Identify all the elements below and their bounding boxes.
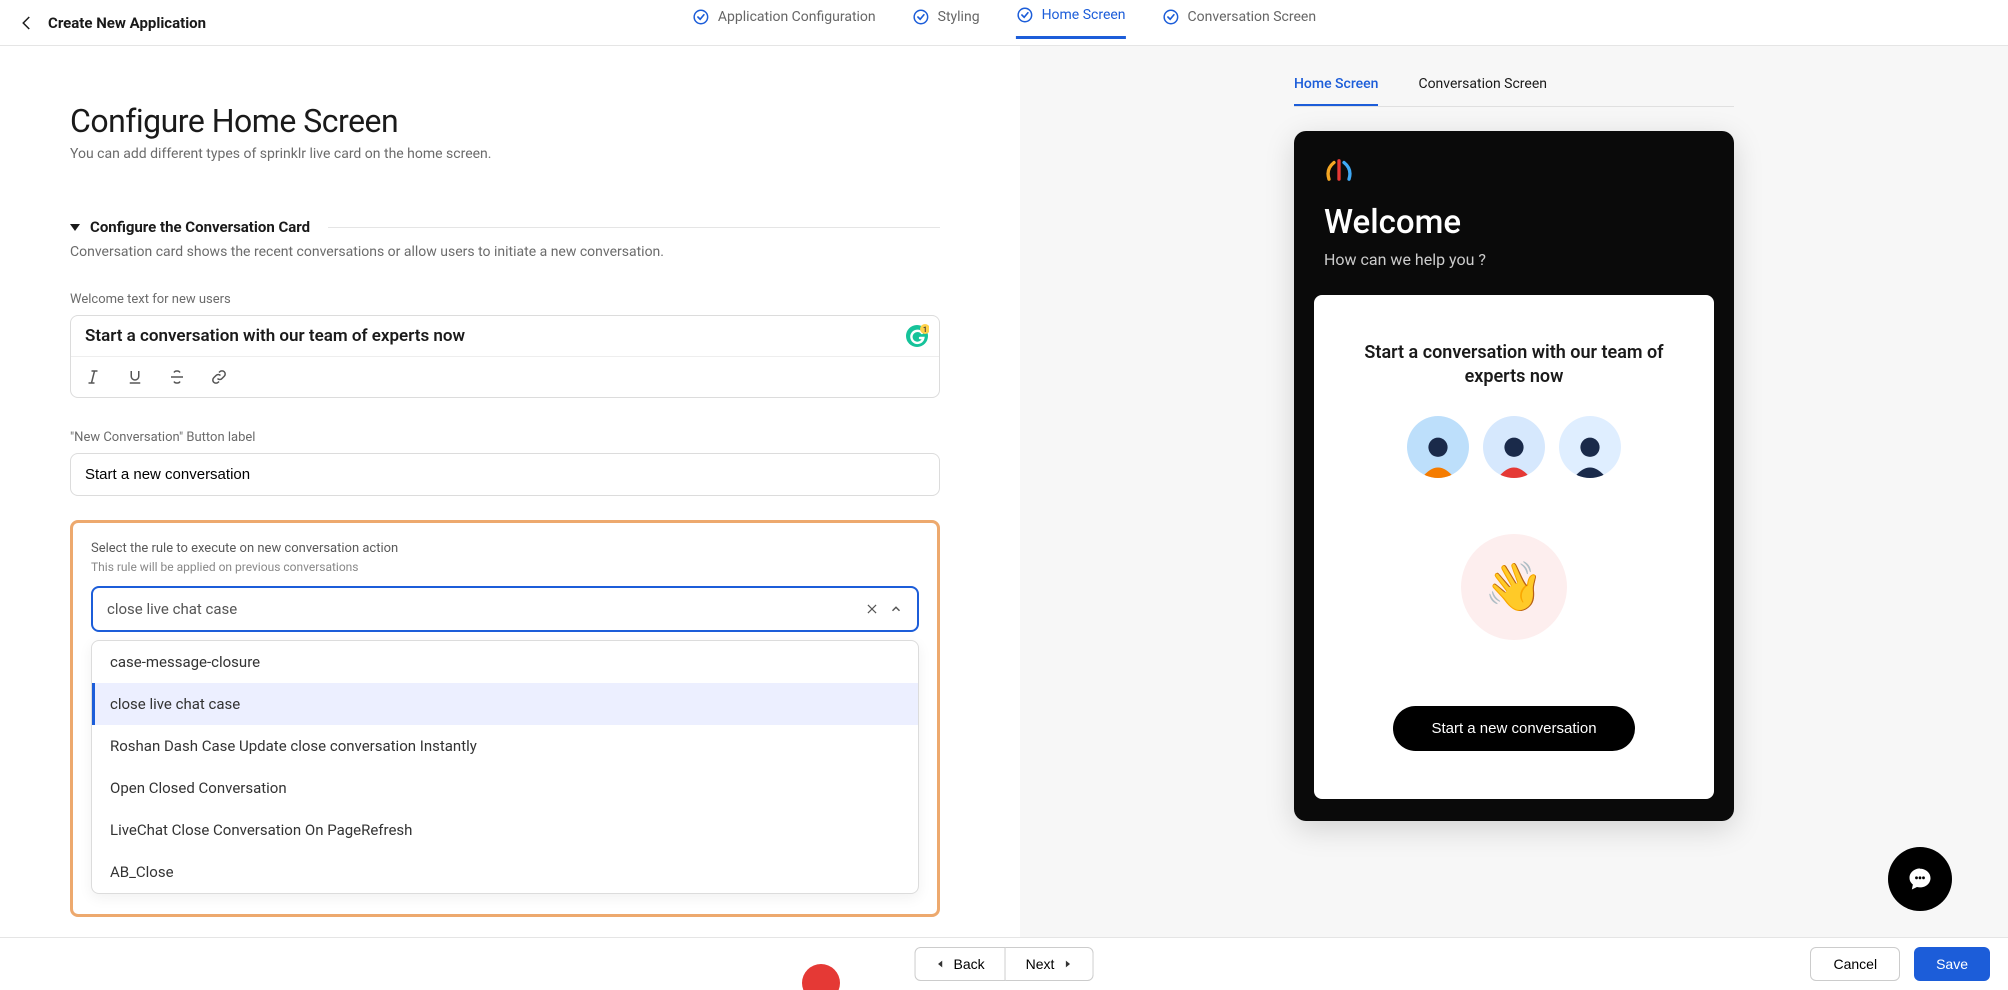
rule-dropdown: case-message-closure close live chat cas…	[91, 640, 919, 894]
subsection-sub: Conversation card shows the recent conve…	[70, 244, 940, 260]
next-button[interactable]: Next	[1006, 947, 1094, 981]
widget-subtext: How can we help you ?	[1324, 250, 1714, 269]
avatar	[1559, 416, 1621, 478]
link-icon[interactable]	[209, 367, 229, 387]
check-icon	[1162, 8, 1180, 26]
chat-icon	[1906, 865, 1934, 893]
rule-hint: This rule will be applied on previous co…	[91, 560, 919, 574]
cancel-button[interactable]: Cancel	[1810, 947, 1900, 981]
start-conversation-button[interactable]: Start a new conversation	[1393, 706, 1634, 751]
step-application-configuration[interactable]: Application Configuration	[692, 6, 876, 39]
rule-option[interactable]: Roshan Dash Case Update close conversati…	[92, 725, 918, 767]
back-button[interactable]: Back	[915, 947, 1006, 981]
tab-conversation-screen[interactable]: Conversation Screen	[1418, 64, 1547, 106]
avatar	[1483, 416, 1545, 478]
check-icon	[912, 8, 930, 26]
app-header: Create New Application Application Confi…	[0, 0, 2008, 46]
rule-select-value: close live chat case	[107, 600, 865, 618]
check-icon	[1016, 6, 1034, 24]
chevron-up-icon[interactable]	[889, 602, 903, 616]
welcome-text-editor: Start a conversation with our team of ex…	[70, 315, 940, 398]
rule-option[interactable]: Open Closed Conversation	[92, 767, 918, 809]
rule-label: Select the rule to execute on new conver…	[91, 541, 919, 556]
chat-widget-preview: Welcome How can we help you ? Start a co…	[1294, 131, 1734, 821]
welcome-text-input[interactable]: Start a conversation with our team of ex…	[71, 316, 939, 356]
caret-down-icon	[70, 224, 80, 231]
section-subheading: You can add different types of sprinklr …	[70, 146, 940, 162]
rte-toolbar	[71, 356, 939, 397]
rule-option[interactable]: AB_Close	[92, 851, 918, 893]
team-avatars	[1407, 416, 1621, 478]
widget-card: Start a conversation with our team of ex…	[1314, 295, 1714, 799]
rule-select[interactable]: close live chat case	[91, 586, 919, 632]
italic-icon[interactable]	[83, 367, 103, 387]
save-button[interactable]: Save	[1914, 947, 1990, 981]
preview-panel: Home Screen Conversation Screen Welcome …	[1020, 46, 2008, 937]
tab-home-screen[interactable]: Home Screen	[1294, 64, 1378, 106]
divider	[328, 227, 940, 228]
rule-option[interactable]: LiveChat Close Conversation On PageRefre…	[92, 809, 918, 851]
rule-option[interactable]: close live chat case	[92, 683, 918, 725]
check-icon	[692, 8, 710, 26]
config-form: Configure Home Screen You can add differ…	[0, 46, 1020, 937]
chat-fab[interactable]	[1888, 847, 1952, 911]
avatar	[1407, 416, 1469, 478]
widget-message: Start a conversation with our team of ex…	[1348, 341, 1680, 390]
strikethrough-icon[interactable]	[167, 367, 187, 387]
widget-welcome: Welcome	[1324, 203, 1714, 242]
footer-bar: Back Next Cancel Save	[0, 937, 2008, 990]
wave-icon: 👋	[1461, 534, 1567, 640]
button-label-field-label: "New Conversation" Button label	[70, 430, 940, 445]
svg-text:1: 1	[923, 326, 927, 334]
clear-icon[interactable]	[865, 602, 879, 616]
underline-icon[interactable]	[125, 367, 145, 387]
subsection-title: Configure the Conversation Card	[90, 218, 310, 236]
section-heading: Configure Home Screen	[70, 102, 940, 140]
wizard-stepper: Application Configuration Styling Home S…	[692, 6, 1316, 39]
page-title: Create New Application	[48, 14, 206, 32]
grammarly-icon: 1	[905, 324, 929, 348]
rule-selection-area: Select the rule to execute on new conver…	[70, 520, 940, 917]
subsection-header[interactable]: Configure the Conversation Card	[70, 218, 940, 236]
back-arrow-icon[interactable]	[16, 12, 38, 34]
step-styling[interactable]: Styling	[912, 6, 980, 39]
brand-logo-icon	[1324, 159, 1354, 181]
step-conversation-screen[interactable]: Conversation Screen	[1162, 6, 1317, 39]
rule-option[interactable]: case-message-closure	[92, 641, 918, 683]
welcome-text-label: Welcome text for new users	[70, 292, 940, 307]
step-home-screen[interactable]: Home Screen	[1016, 6, 1126, 39]
preview-tabs: Home Screen Conversation Screen	[1294, 64, 1734, 107]
button-label-input[interactable]	[70, 453, 940, 496]
triangle-left-icon	[936, 959, 946, 969]
triangle-right-icon	[1062, 959, 1072, 969]
